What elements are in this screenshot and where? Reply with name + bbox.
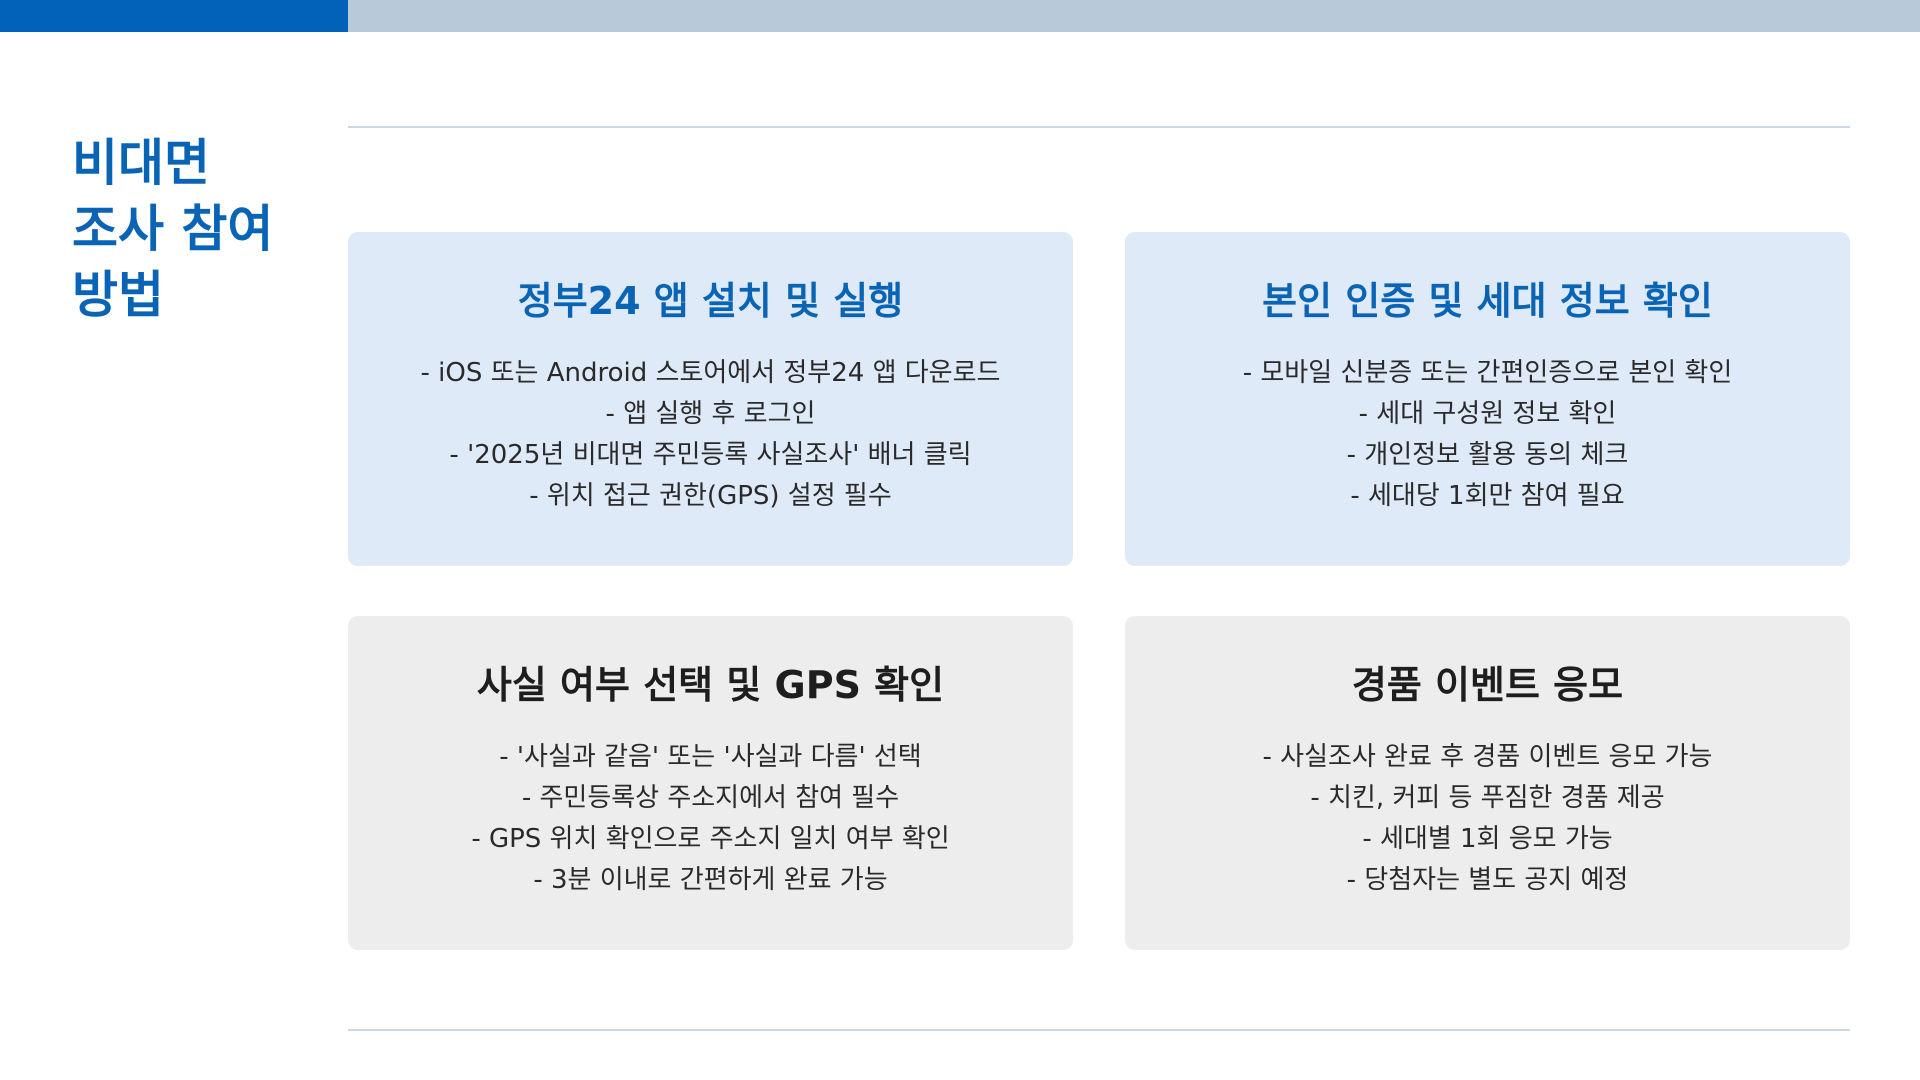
step-card-gps-confirmation: 사실 여부 선택 및 GPS 확인 - '사실과 같음' 또는 '사실과 다름'… [348, 616, 1073, 950]
card-list: - 모바일 신분증 또는 간편인증으로 본인 확인 - 세대 구성원 정보 확인… [1145, 353, 1830, 517]
card-list-item: - 당첨자는 별도 공지 예정 [1346, 865, 1629, 895]
card-list-item: - 위치 접근 권한(GPS) 설정 필수 [529, 481, 892, 511]
card-list-item: - 세대당 1회만 참여 필요 [1350, 481, 1625, 511]
page-title: 비대면 조사 참여 방법 [72, 134, 274, 324]
card-list: - iOS 또는 Android 스토어에서 정부24 앱 다운로드 - 앱 실… [368, 353, 1053, 517]
card-list-item: - 앱 실행 후 로그인 [605, 399, 816, 429]
card-list: - '사실과 같음' 또는 '사실과 다름' 선택 - 주민등록상 주소지에서 … [368, 737, 1053, 901]
card-list-item: - 모바일 신분증 또는 간편인증으로 본인 확인 [1242, 358, 1733, 388]
step-card-identity-verification: 본인 인증 및 세대 정보 확인 - 모바일 신분증 또는 간편인증으로 본인 … [1125, 232, 1850, 566]
progress-bar [0, 0, 1920, 32]
card-list-item: - 치킨, 커피 등 푸짐한 경품 제공 [1310, 783, 1665, 813]
card-list-item: - '사실과 같음' 또는 '사실과 다름' 선택 [499, 742, 922, 772]
card-list: - 사실조사 완료 후 경품 이벤트 응모 가능 - 치킨, 커피 등 푸짐한 … [1145, 737, 1830, 901]
card-title: 본인 인증 및 세대 정보 확인 [1262, 279, 1713, 323]
step-card-app-install: 정부24 앱 설치 및 실행 - iOS 또는 Android 스토어에서 정부… [348, 232, 1073, 566]
card-list-item: - 3분 이내로 간편하게 완료 가능 [533, 865, 888, 895]
card-list-item: - 사실조사 완료 후 경품 이벤트 응모 가능 [1262, 742, 1713, 772]
card-list-item: - 세대 구성원 정보 확인 [1358, 399, 1617, 429]
top-divider [348, 126, 1850, 128]
card-title: 경품 이벤트 응모 [1351, 663, 1624, 707]
card-title: 사실 여부 선택 및 GPS 확인 [476, 663, 945, 707]
card-title: 정부24 앱 설치 및 실행 [517, 279, 904, 323]
progress-bar-fill [0, 0, 348, 32]
card-list-item: - 개인정보 활용 동의 체크 [1346, 440, 1629, 470]
card-list-item: - 주민등록상 주소지에서 참여 필수 [521, 783, 900, 813]
bottom-divider [348, 1029, 1850, 1031]
card-list-item: - '2025년 비대면 주민등록 사실조사' 배너 클릭 [449, 440, 972, 470]
steps-grid: 정부24 앱 설치 및 실행 - iOS 또는 Android 스토어에서 정부… [348, 232, 1850, 950]
card-list-item: - iOS 또는 Android 스토어에서 정부24 앱 다운로드 [420, 358, 1001, 388]
card-list-item: - GPS 위치 확인으로 주소지 일치 여부 확인 [471, 824, 950, 854]
step-card-prize-event: 경품 이벤트 응모 - 사실조사 완료 후 경품 이벤트 응모 가능 - 치킨,… [1125, 616, 1850, 950]
card-list-item: - 세대별 1회 응모 가능 [1362, 824, 1613, 854]
